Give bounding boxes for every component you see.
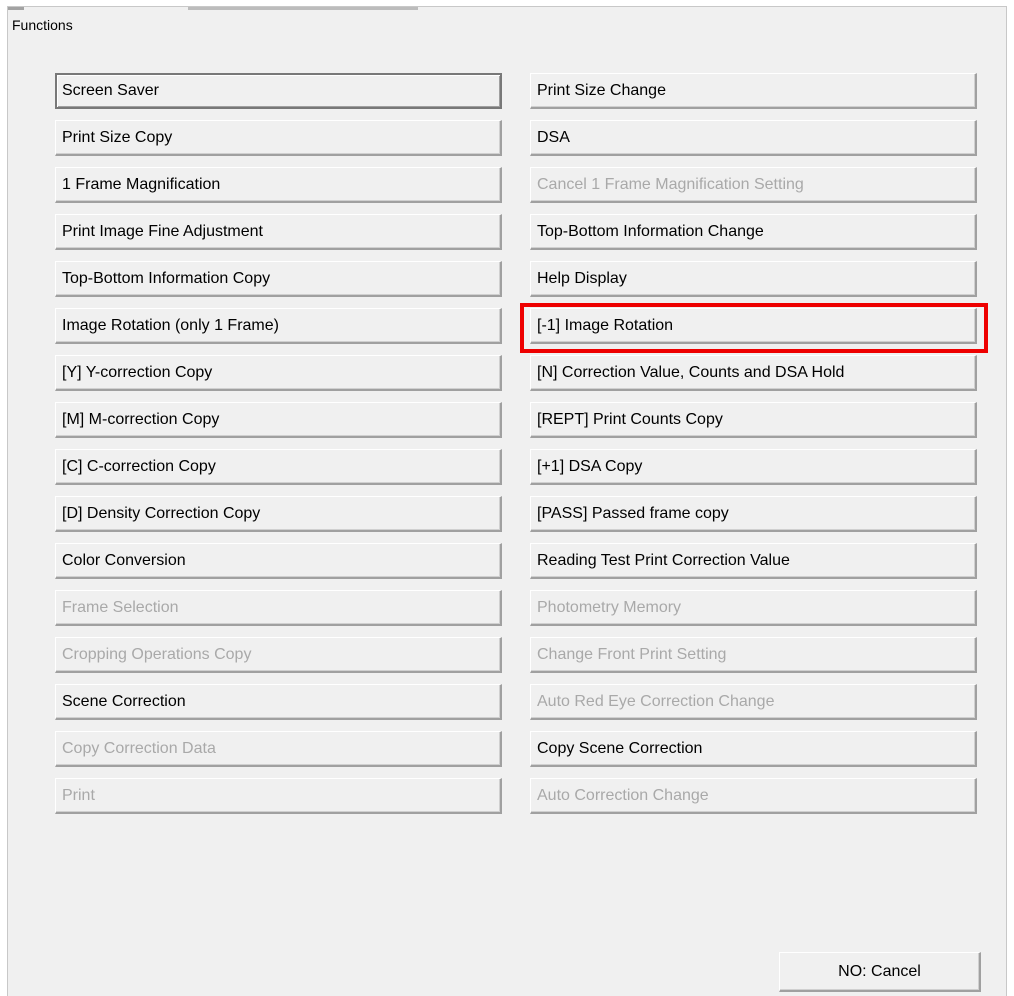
function-button-help-display[interactable]: Help Display [530,261,977,297]
function-button-cropping-operations-copy: Cropping Operations Copy [55,637,502,673]
function-button-print-size-copy[interactable]: Print Size Copy [55,120,502,156]
function-button-top-bottom-information-copy[interactable]: Top-Bottom Information Copy [55,261,502,297]
function-button-top-bottom-information-change[interactable]: Top-Bottom Information Change [530,214,977,250]
function-button-cancel-1-frame-magnification-setting: Cancel 1 Frame Magnification Setting [530,167,977,203]
function-button-plus-1-dsa-copy[interactable]: [+1] DSA Copy [530,449,977,485]
cancel-button[interactable]: NO: Cancel [779,952,981,992]
function-button-minus-1-image-rotation[interactable]: [-1] Image Rotation [530,308,977,344]
function-button-frame-selection: Frame Selection [55,590,502,626]
function-button-auto-correction-change: Auto Correction Change [530,778,977,814]
function-button-image-rotation-only-1-frame[interactable]: Image Rotation (only 1 Frame) [55,308,502,344]
function-button-screen-saver[interactable]: Screen Saver [55,73,502,109]
function-button-change-front-print-setting: Change Front Print Setting [530,637,977,673]
function-button-print-size-change[interactable]: Print Size Change [530,73,977,109]
function-button-dsa[interactable]: DSA [530,120,977,156]
function-button-print: Print [55,778,502,814]
function-button-copy-correction-data: Copy Correction Data [55,731,502,767]
function-button-pass-passed-frame-copy[interactable]: [PASS] Passed frame copy [530,496,977,532]
function-button-reading-test-print-correction-value[interactable]: Reading Test Print Correction Value [530,543,977,579]
function-button-n-correction-value-counts-dsa-hold[interactable]: [N] Correction Value, Counts and DSA Hol… [530,355,977,391]
window-top-edge [8,7,1008,10]
function-button-auto-red-eye-correction-change: Auto Red Eye Correction Change [530,684,977,720]
function-button-y-correction-copy[interactable]: [Y] Y-correction Copy [55,355,502,391]
function-button-m-correction-copy[interactable]: [M] M-correction Copy [55,402,502,438]
function-button-copy-scene-correction[interactable]: Copy Scene Correction [530,731,977,767]
function-button-color-conversion[interactable]: Color Conversion [55,543,502,579]
functions-window: Functions Screen Saver Print Size Change… [7,6,1008,996]
function-button-grid: Screen Saver Print Size Change Print Siz… [55,73,977,814]
function-button-c-correction-copy[interactable]: [C] C-correction Copy [55,449,502,485]
function-button-rept-print-counts-copy[interactable]: [REPT] Print Counts Copy [530,402,977,438]
function-button-scene-correction[interactable]: Scene Correction [55,684,502,720]
window-title: Functions [12,17,73,33]
function-button-d-density-correction-copy[interactable]: [D] Density Correction Copy [55,496,502,532]
function-button-1-frame-magnification[interactable]: 1 Frame Magnification [55,167,502,203]
function-button-photometry-memory: Photometry Memory [530,590,977,626]
function-button-print-image-fine-adjustment[interactable]: Print Image Fine Adjustment [55,214,502,250]
